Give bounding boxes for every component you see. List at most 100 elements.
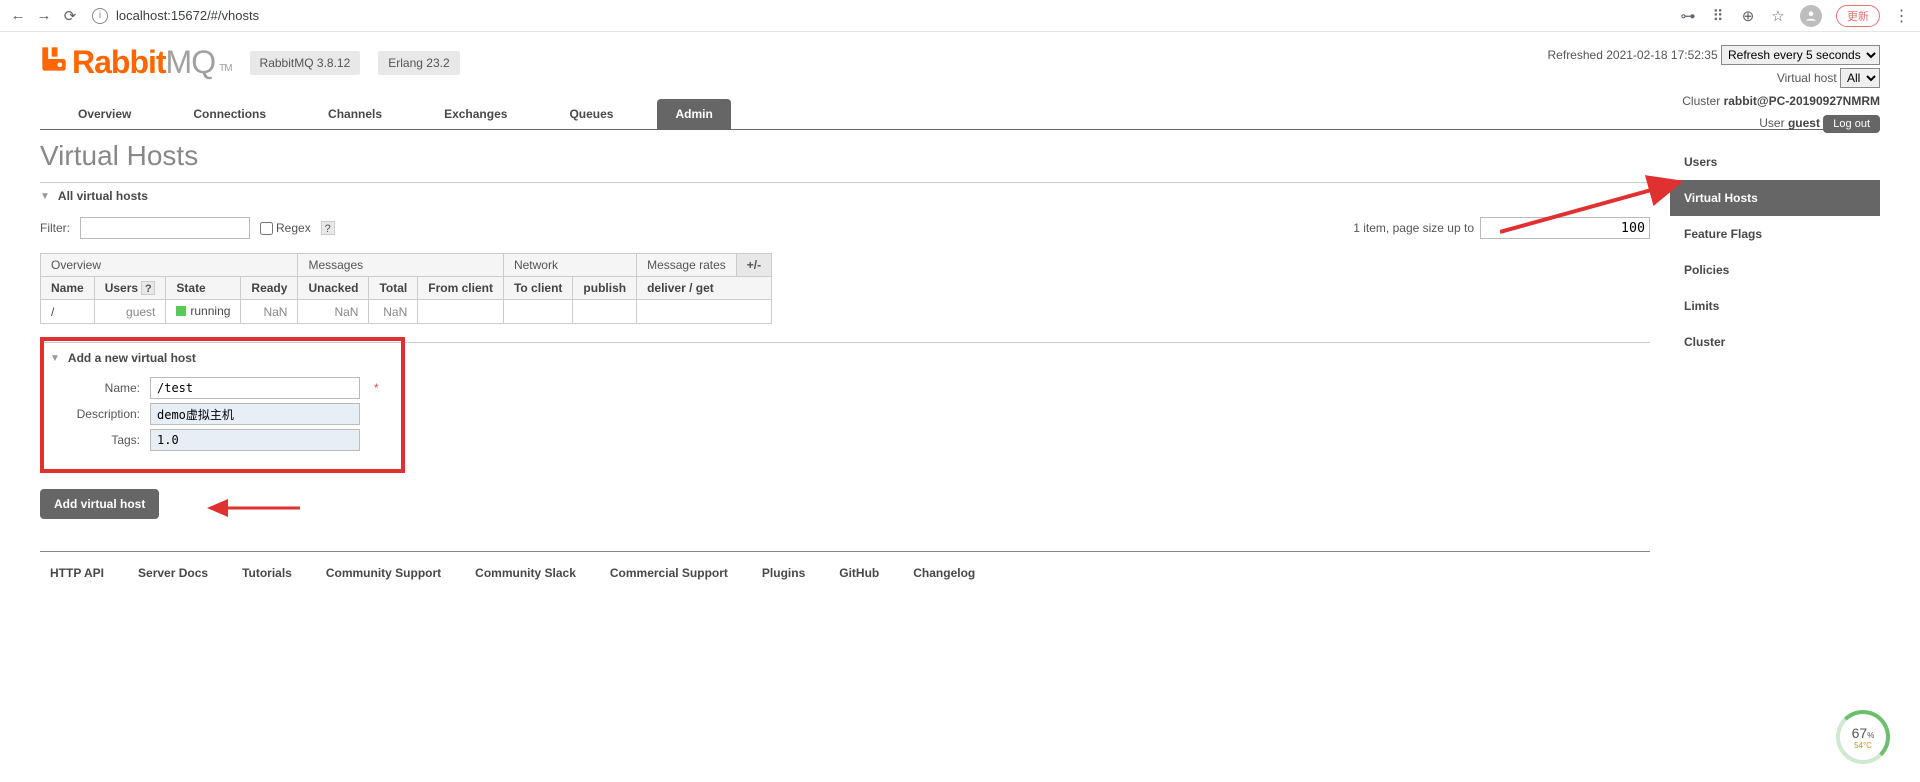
col-name[interactable]: Name xyxy=(41,277,95,300)
state-running-icon xyxy=(176,306,186,316)
tab-exchanges[interactable]: Exchanges xyxy=(426,99,525,129)
section-add-vhost[interactable]: ▼ Add a new virtual host xyxy=(50,345,379,371)
col-total[interactable]: Total xyxy=(369,277,418,300)
cell-ready: NaN xyxy=(241,300,298,324)
add-vhost-button[interactable]: Add virtual host xyxy=(40,489,159,519)
footer-github[interactable]: GitHub xyxy=(839,566,879,580)
filter-input[interactable] xyxy=(80,217,250,239)
rabbitmq-logo[interactable]: RabbitMQ TM xyxy=(40,44,232,81)
col-group-overview: Overview xyxy=(41,254,298,277)
cell-unacked: NaN xyxy=(298,300,369,324)
tab-admin[interactable]: Admin xyxy=(657,99,730,129)
col-unacked[interactable]: Unacked xyxy=(298,277,369,300)
regex-checkbox[interactable] xyxy=(260,222,273,235)
tab-queues[interactable]: Queues xyxy=(551,99,631,129)
sidebar-item-cluster[interactable]: Cluster xyxy=(1670,324,1880,360)
name-label: Name: xyxy=(50,381,140,395)
admin-side-nav: Users Virtual Hosts Feature Flags Polici… xyxy=(1670,144,1880,594)
tab-overview[interactable]: Overview xyxy=(60,99,149,129)
page-size-input[interactable] xyxy=(1480,217,1650,239)
desc-label: Description: xyxy=(50,407,140,421)
sidebar-item-vhosts[interactable]: Virtual Hosts xyxy=(1670,180,1880,216)
refreshed-time: 2021-02-18 17:52:35 xyxy=(1606,48,1717,62)
cell-deliver xyxy=(637,300,772,324)
col-group-rates: Message rates xyxy=(637,254,737,277)
footer-community-slack[interactable]: Community Slack xyxy=(475,566,576,580)
regex-help-icon[interactable]: ? xyxy=(321,221,335,235)
page-header: RabbitMQ TM RabbitMQ 3.8.12 Erlang 23.2 … xyxy=(40,44,1880,81)
col-publish[interactable]: publish xyxy=(573,277,637,300)
footer-http-api[interactable]: HTTP API xyxy=(50,566,104,580)
reload-icon[interactable]: ⟳ xyxy=(62,8,78,24)
cell-to-client xyxy=(503,300,572,324)
footer-commercial-support[interactable]: Commercial Support xyxy=(610,566,728,580)
profile-avatar-icon[interactable] xyxy=(1800,5,1822,27)
rabbitmq-icon xyxy=(40,45,68,73)
col-state[interactable]: State xyxy=(166,277,241,300)
col-to-client[interactable]: To client xyxy=(503,277,572,300)
url-text: localhost:15672/#/vhosts xyxy=(116,8,259,23)
col-group-network: Network xyxy=(503,254,636,277)
vhost-name-input[interactable] xyxy=(150,377,360,399)
forward-icon[interactable]: → xyxy=(36,8,52,24)
users-help-icon[interactable]: ? xyxy=(141,281,155,295)
col-deliver[interactable]: deliver / get xyxy=(637,277,772,300)
key-icon[interactable]: ⊶ xyxy=(1680,8,1696,24)
filter-row: Filter: Regex ? 1 item, page size up to xyxy=(40,217,1650,239)
tab-connections[interactable]: Connections xyxy=(175,99,284,129)
col-from-client[interactable]: From client xyxy=(418,277,504,300)
footer-links: HTTP API Server Docs Tutorials Community… xyxy=(40,551,1650,594)
page-title: Virtual Hosts xyxy=(40,140,1650,172)
erlang-version-badge: Erlang 23.2 xyxy=(378,51,459,75)
cell-state: running xyxy=(166,300,241,324)
site-info-icon[interactable]: i xyxy=(92,8,108,24)
status-panel: Refreshed 2021-02-18 17:52:35 Refresh ev… xyxy=(1548,44,1880,135)
sidebar-item-users[interactable]: Users xyxy=(1670,144,1880,180)
zoom-icon[interactable]: ⊕ xyxy=(1740,8,1756,24)
table-row: / guest running NaN NaN NaN xyxy=(41,300,772,324)
col-users: Users ? xyxy=(94,277,166,300)
logout-button[interactable]: Log out xyxy=(1823,115,1880,133)
cell-users: guest xyxy=(94,300,166,324)
system-gauge-widget: 67% 54°C xyxy=(1836,710,1890,764)
vhost-select[interactable]: All xyxy=(1840,68,1880,88)
required-star-icon: * xyxy=(374,381,379,395)
collapse-icon: ▼ xyxy=(40,191,50,202)
footer-server-docs[interactable]: Server Docs xyxy=(138,566,208,580)
browser-toolbar: ← → ⟳ i localhost:15672/#/vhosts ⊶ ⠿ ⊕ ☆… xyxy=(0,0,1920,32)
col-group-messages: Messages xyxy=(298,254,504,277)
refresh-interval-select[interactable]: Refresh every 5 seconds xyxy=(1721,45,1880,65)
item-count-text: 1 item, page size up to xyxy=(1353,221,1474,235)
sidebar-item-policies[interactable]: Policies xyxy=(1670,252,1880,288)
star-icon[interactable]: ☆ xyxy=(1770,8,1786,24)
cell-from-client xyxy=(418,300,504,324)
footer-plugins[interactable]: Plugins xyxy=(762,566,805,580)
cell-publish xyxy=(573,300,637,324)
browser-update-button[interactable]: 更新 xyxy=(1836,5,1880,27)
sidebar-item-limits[interactable]: Limits xyxy=(1670,288,1880,324)
add-vhost-form-highlight: ▼ Add a new virtual host Name: * Descrip… xyxy=(40,337,405,473)
vhosts-table: Overview Messages Network Message rates … xyxy=(40,253,772,324)
vhost-tags-input[interactable] xyxy=(150,429,360,451)
footer-community-support[interactable]: Community Support xyxy=(326,566,441,580)
footer-changelog[interactable]: Changelog xyxy=(913,566,975,580)
footer-tutorials[interactable]: Tutorials xyxy=(242,566,292,580)
filter-label: Filter: xyxy=(40,221,70,235)
address-bar[interactable]: i localhost:15672/#/vhosts xyxy=(92,8,259,24)
back-icon[interactable]: ← xyxy=(10,8,26,24)
cluster-name: rabbit@PC-20190927NMRM xyxy=(1724,94,1880,108)
translate-icon[interactable]: ⠿ xyxy=(1710,8,1726,24)
tags-label: Tags: xyxy=(50,433,140,447)
tab-channels[interactable]: Channels xyxy=(310,99,400,129)
current-user: guest xyxy=(1788,116,1820,130)
cell-name[interactable]: / xyxy=(41,300,95,324)
rabbitmq-version-badge: RabbitMQ 3.8.12 xyxy=(250,51,361,75)
sidebar-item-feature-flags[interactable]: Feature Flags xyxy=(1670,216,1880,252)
cell-total: NaN xyxy=(369,300,418,324)
browser-menu-icon[interactable]: ⋮ xyxy=(1894,8,1910,24)
vhost-desc-input[interactable] xyxy=(150,403,360,425)
collapse-icon: ▼ xyxy=(50,353,60,364)
columns-toggle-button[interactable]: +/- xyxy=(736,254,771,277)
col-ready[interactable]: Ready xyxy=(241,277,298,300)
section-all-vhosts[interactable]: ▼ All virtual hosts xyxy=(40,182,1650,209)
